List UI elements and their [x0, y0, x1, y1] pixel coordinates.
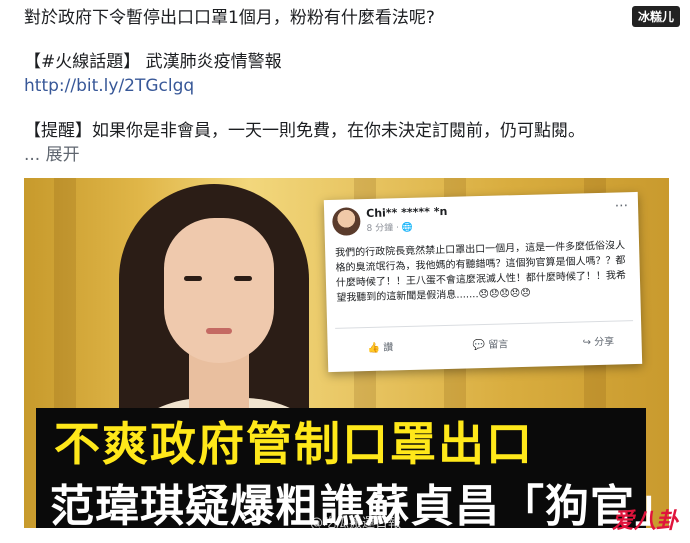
like-label: 讚 — [383, 342, 394, 354]
woman-mouth — [206, 328, 232, 334]
post-time: 8 分鐘 · 🌐 — [366, 222, 414, 235]
share-label: 分享 — [594, 336, 615, 349]
woman-eye — [184, 276, 202, 281]
post-body: 我們的行政院長竟然禁止口罩出口一個月，這是一件多麼低俗沒人格的臭流氓行為，我他媽… — [335, 240, 627, 304]
thumbs-up-icon: 👍 — [367, 342, 381, 355]
more-options-icon[interactable]: ··· — [615, 198, 629, 214]
caption-headline: 不爽政府管制口罩出口 — [54, 417, 534, 471]
expand-link[interactable]: ... 展开 — [24, 143, 80, 167]
comment-label: 留言 — [488, 339, 509, 351]
watermark-tag: 冰糕儿 — [631, 6, 680, 27]
woman-face — [164, 218, 274, 363]
brand-logo: 爱八卦 — [611, 509, 678, 534]
divider — [335, 320, 634, 329]
caption-banner: 不爽政府管制口罩出口 范瑋琪疑爆粗譙蘇貞昌「狗官」 — [36, 408, 679, 532]
post-line-notice: 【提醒】如果你是非會員，一天一則免費，在你未決定訂閱前，仍可點閱。 — [24, 121, 585, 141]
author-name: Chi** ***** *n — [365, 204, 448, 221]
source-credit: @吃瓜搬運日報 — [310, 516, 402, 531]
facebook-post-screenshot: Chi** ***** *n 8 分鐘 · 🌐 ··· 我們的行政院長竟然禁止口… — [323, 191, 643, 373]
like-button[interactable]: 👍 讚 — [367, 338, 394, 355]
comment-icon: 💬 — [472, 339, 486, 352]
post-line-question: 對於政府下令暫停出口口罩1個月，粉粉有什麼看法呢? — [24, 8, 435, 28]
woman-eye — [234, 276, 252, 281]
comment-button[interactable]: 💬 留言 — [472, 335, 509, 352]
avatar — [332, 207, 361, 236]
share-icon: ↪ — [582, 337, 592, 349]
post-link[interactable]: http://bit.ly/2TGclgq — [24, 74, 194, 98]
share-button[interactable]: ↪ 分享 — [582, 333, 614, 349]
post-line-topic: 【#火線話題】 武漢肺炎疫情警報 — [24, 52, 282, 72]
